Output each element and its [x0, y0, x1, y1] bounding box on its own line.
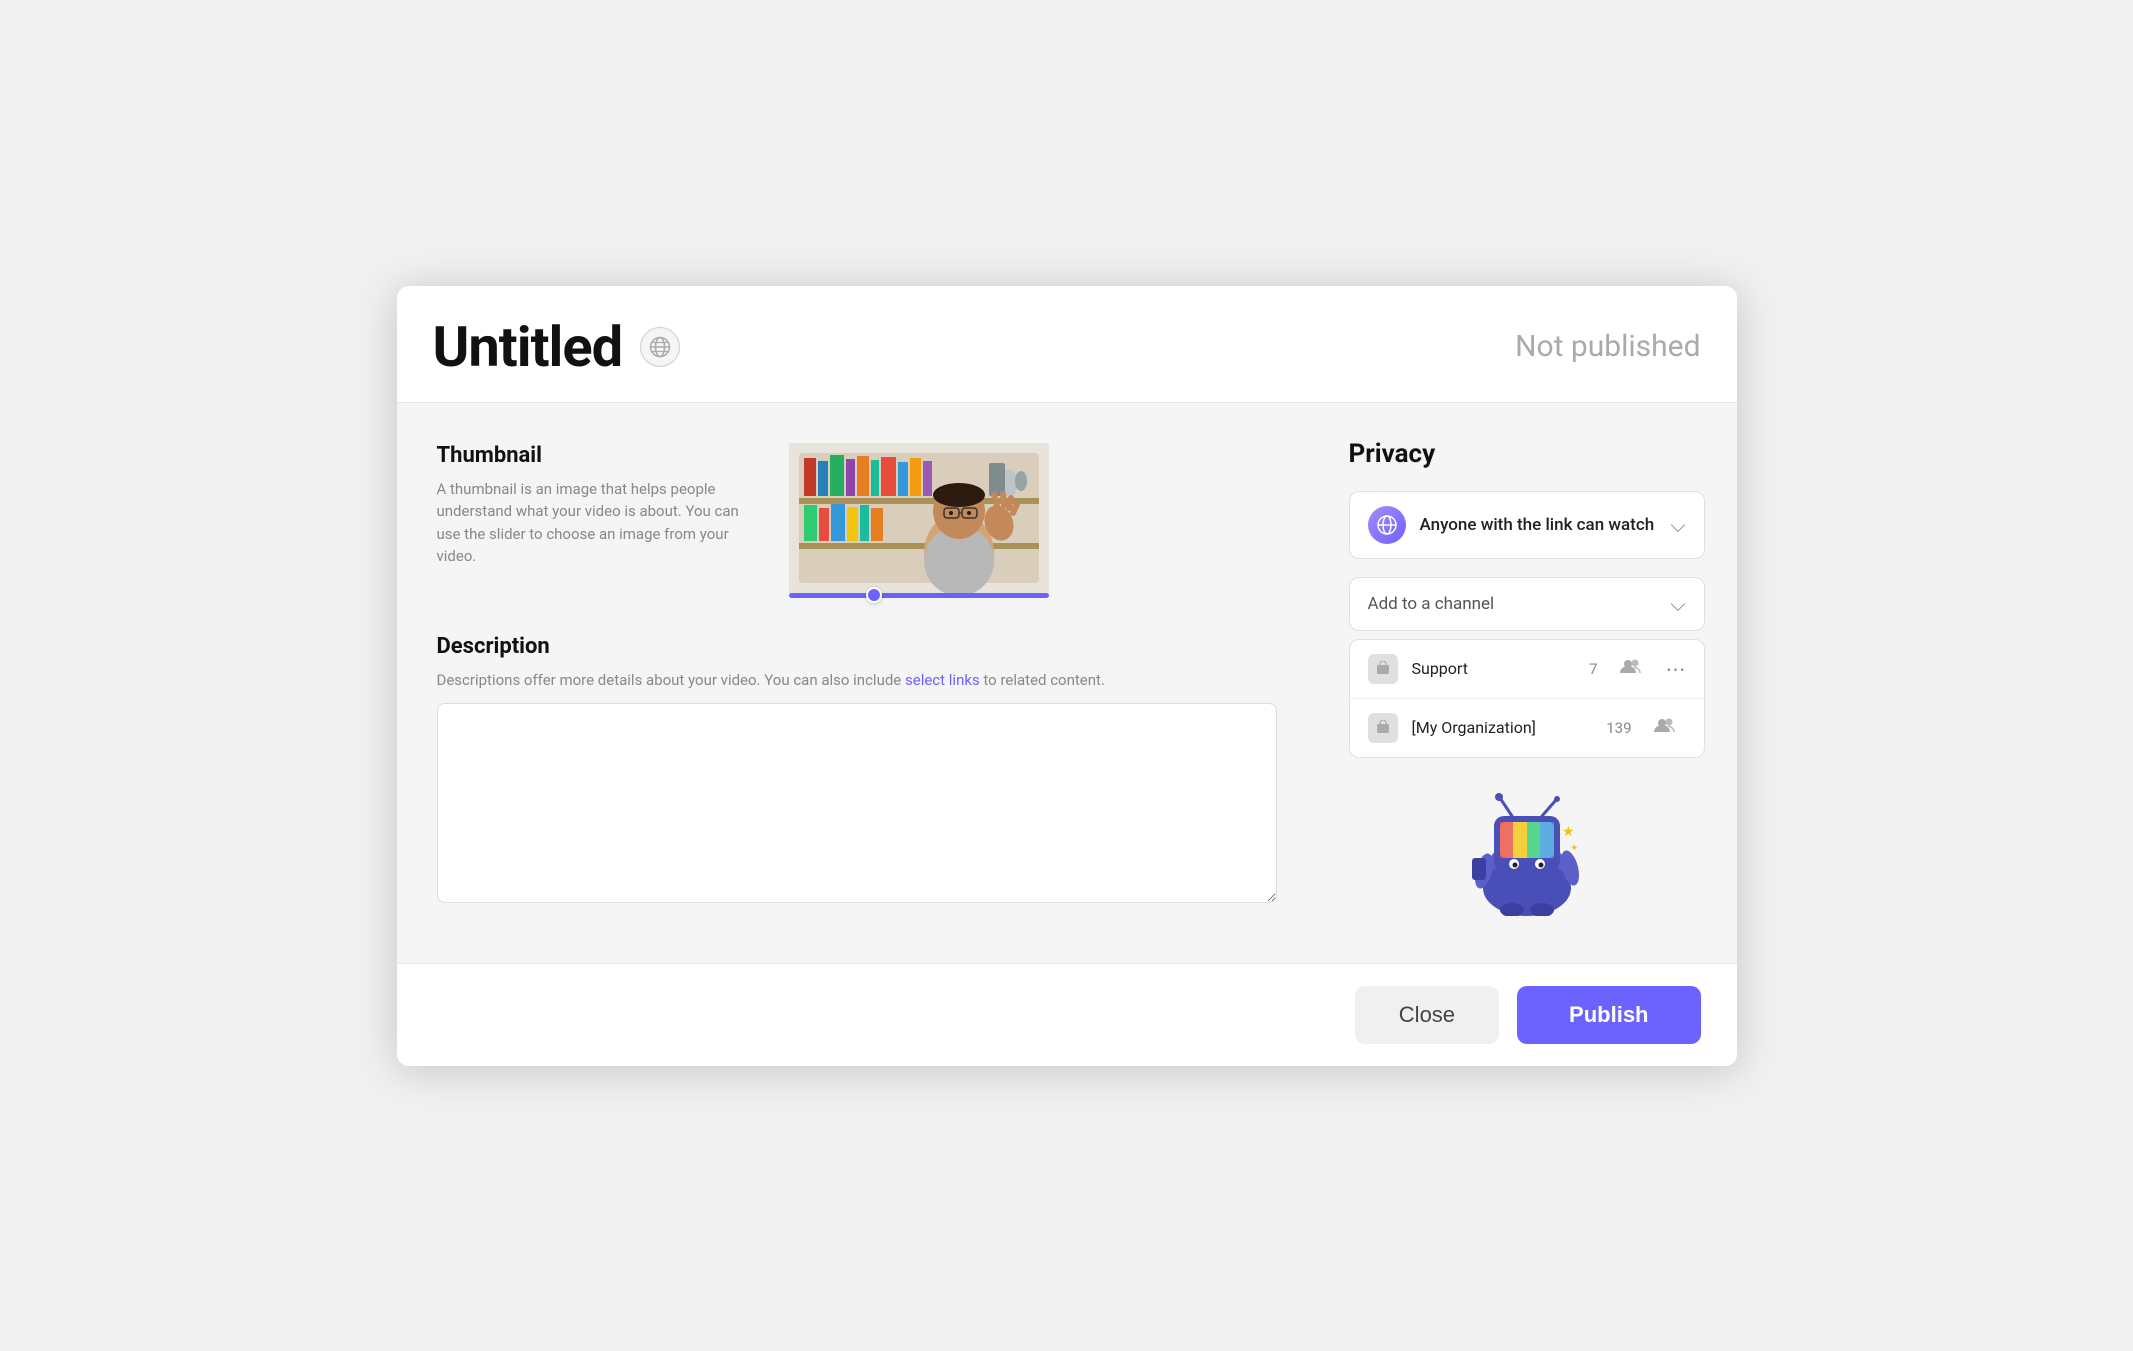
- thumbnail-scene: [789, 443, 1049, 593]
- modal-body: Thumbnail A thumbnail is an image that h…: [397, 403, 1737, 963]
- svg-text:✦: ✦: [1570, 843, 1578, 854]
- close-button[interactable]: Close: [1355, 986, 1499, 1044]
- thumbnail-desc: A thumbnail is an image that helps peopl…: [437, 478, 757, 568]
- channel-item[interactable]: [My Organization] 139: [1350, 699, 1704, 757]
- thumbnail-section: Thumbnail A thumbnail is an image that h…: [437, 443, 1277, 598]
- thumbnail-title: Thumbnail: [437, 443, 757, 468]
- publish-button[interactable]: Publish: [1517, 986, 1700, 1044]
- channel-item[interactable]: Support 7 ⋯: [1350, 640, 1704, 699]
- members-icon-support: [1620, 658, 1642, 679]
- channel-support-name: Support: [1412, 659, 1576, 678]
- globe-icon: [649, 336, 671, 358]
- page-title: Untitled: [433, 314, 623, 380]
- channel-org-name: [My Organization]: [1412, 718, 1593, 737]
- publish-status: Not published: [1515, 329, 1700, 364]
- header-left: Untitled: [433, 314, 681, 380]
- privacy-chevron-icon: ⌵: [1670, 513, 1685, 537]
- thumbnail-slider-track[interactable]: [789, 593, 1049, 598]
- upload-modal: Untitled Not published Thumbnail A thumb…: [397, 286, 1737, 1066]
- description-textarea[interactable]: [437, 703, 1277, 903]
- description-title: Description: [437, 634, 1277, 659]
- channel-support-icon: [1368, 654, 1398, 684]
- svg-text:★: ★: [1562, 824, 1575, 840]
- thumbnail-image: [789, 443, 1049, 593]
- channel-list: Support 7 ⋯ [My Organization] 139: [1349, 639, 1705, 758]
- privacy-option-label: Anyone with the link can watch: [1420, 515, 1657, 535]
- mascot-area: ★ ✦: [1349, 786, 1705, 916]
- privacy-globe-icon: [1368, 506, 1406, 544]
- thumbnail-preview: [789, 443, 1049, 598]
- modal-footer: Close Publish: [397, 963, 1737, 1066]
- mascot-illustration: ★ ✦: [1462, 786, 1592, 916]
- description-hint: Descriptions offer more details about yo…: [437, 669, 1277, 692]
- description-section: Description Descriptions offer more deta…: [437, 634, 1277, 908]
- channel-support-more-icon[interactable]: ⋯: [1666, 657, 1686, 681]
- channel-dropdown[interactable]: Add to a channel ⌵: [1349, 577, 1705, 631]
- channel-dropdown-label: Add to a channel: [1368, 594, 1495, 614]
- channel-support-count: 7: [1589, 660, 1597, 678]
- privacy-title: Privacy: [1349, 439, 1705, 469]
- globe-button[interactable]: [640, 327, 680, 367]
- description-hint-text1: Descriptions offer more details about yo…: [437, 671, 906, 689]
- members-icon-org: [1654, 717, 1676, 738]
- select-links-link[interactable]: select links: [905, 671, 980, 689]
- right-panel: Privacy Anyone with the link can watch ⌵…: [1317, 403, 1737, 963]
- channel-chevron-icon: ⌵: [1670, 592, 1685, 616]
- thumbnail-info: Thumbnail A thumbnail is an image that h…: [437, 443, 757, 590]
- thumbnail-slider-thumb[interactable]: [866, 587, 882, 603]
- privacy-selector[interactable]: Anyone with the link can watch ⌵: [1349, 491, 1705, 559]
- left-panel: Thumbnail A thumbnail is an image that h…: [397, 403, 1317, 963]
- channel-org-count: 139: [1606, 719, 1631, 737]
- channel-org-icon: [1368, 713, 1398, 743]
- description-hint-text2: to related content.: [980, 671, 1105, 689]
- modal-header: Untitled Not published: [397, 286, 1737, 403]
